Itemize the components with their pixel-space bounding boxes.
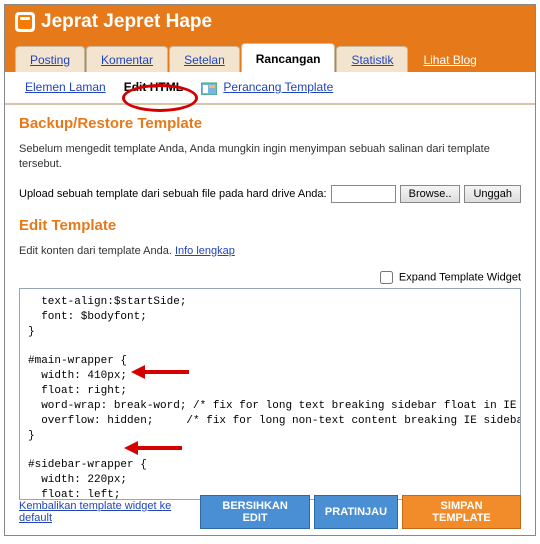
subtab-edit-html[interactable]: Edit HTML [124, 80, 183, 94]
blogger-logo-icon [15, 12, 35, 32]
upload-button[interactable]: Unggah [464, 185, 521, 203]
preview-button[interactable]: PRATINJAU [314, 495, 398, 529]
reset-widget-link[interactable]: Kembalikan template widget ke default [19, 500, 200, 524]
sub-tabs: Elemen Laman Edit HTML Perancang Templat… [5, 72, 535, 105]
footer: Kembalikan template widget ke default BE… [19, 495, 521, 529]
subtab-elemen-laman[interactable]: Elemen Laman [25, 80, 106, 94]
backup-desc: Sebelum mengedit template Anda, Anda mun… [19, 142, 521, 173]
header: Jeprat Jepret Hape Posting Komentar Sete… [5, 5, 535, 72]
tab-rancangan[interactable]: Rancangan [241, 43, 336, 72]
template-code-editor[interactable]: text-align:$startSide; font: $bodyfont; … [19, 288, 521, 500]
subtab-perancang-template[interactable]: Perancang Template [201, 80, 333, 95]
edit-desc-text: Edit konten dari template Anda. [19, 245, 175, 257]
save-template-button[interactable]: SIMPAN TEMPLATE [402, 495, 521, 529]
tab-lihat-blog[interactable]: Lihat Blog [409, 47, 490, 72]
browse-button[interactable]: Browse.. [400, 185, 461, 203]
clear-edit-button[interactable]: BERSIHKAN EDIT [200, 495, 310, 529]
edit-heading: Edit Template [19, 217, 521, 234]
blog-title: Jeprat Jepret Hape [41, 11, 212, 33]
expand-widget-label: Expand Template Widget [399, 271, 521, 283]
upload-label: Upload sebuah template dari sebuah file … [19, 188, 327, 200]
backup-heading: Backup/Restore Template [19, 115, 521, 132]
expand-widget-checkbox[interactable] [380, 271, 393, 284]
template-designer-icon [201, 81, 217, 95]
info-lengkap-link[interactable]: Info lengkap [175, 245, 235, 257]
tab-setelan[interactable]: Setelan [169, 46, 240, 72]
main-tabs: Posting Komentar Setelan Rancangan Stati… [15, 43, 525, 72]
tab-posting[interactable]: Posting [15, 46, 85, 72]
tab-statistik[interactable]: Statistik [336, 46, 408, 72]
edit-desc: Edit konten dari template Anda. Info len… [19, 244, 521, 259]
file-input[interactable] [331, 185, 396, 203]
tab-komentar[interactable]: Komentar [86, 46, 168, 72]
subtab-perancang-template-label: Perancang Template [223, 80, 333, 94]
